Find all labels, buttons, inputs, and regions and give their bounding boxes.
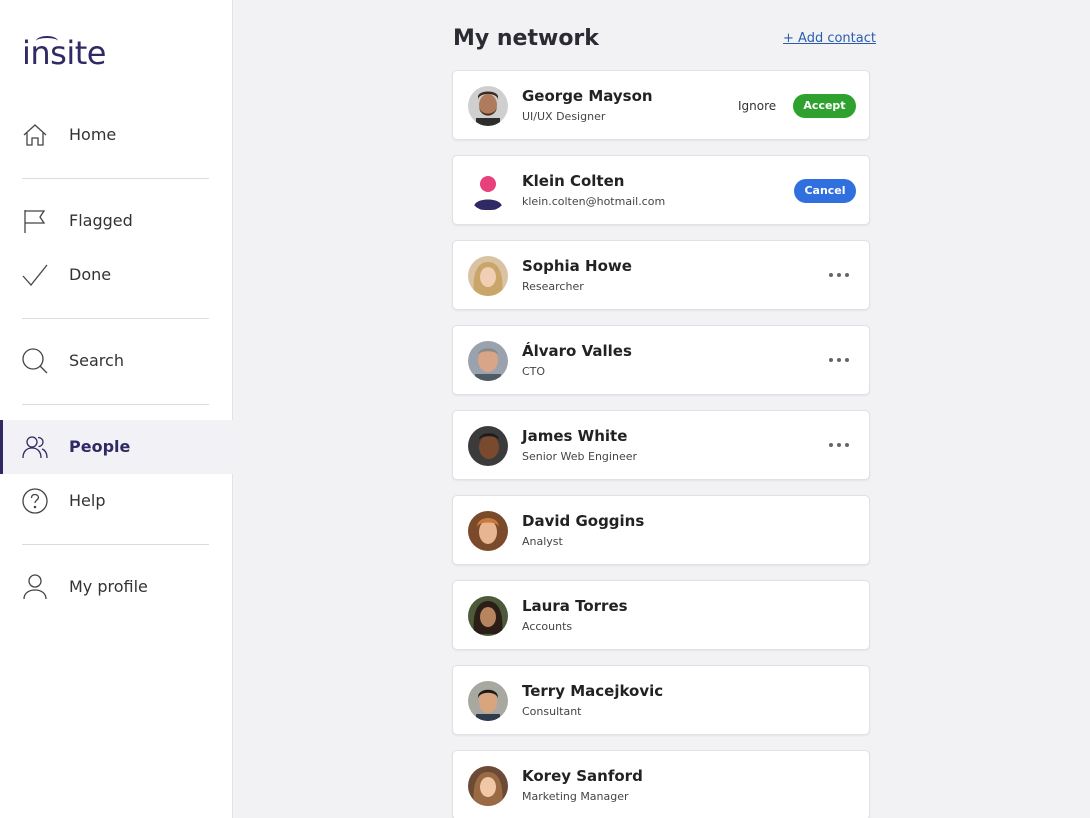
contact-name: George Mayson <box>522 87 653 105</box>
app-logo[interactable]: insite <box>22 34 106 72</box>
search-icon <box>22 348 48 374</box>
divider <box>22 178 209 179</box>
page-title: My network <box>453 26 599 51</box>
contact-email: klein.colten@hotmail.com <box>522 195 666 208</box>
accept-button[interactable]: Accept <box>793 94 856 118</box>
ignore-button[interactable]: Ignore <box>738 99 776 113</box>
sidebar-item-people[interactable]: People <box>0 420 233 474</box>
more-options-icon[interactable] <box>825 433 853 457</box>
sidebar-item-label: Home <box>69 125 117 144</box>
contact-role: Accounts <box>522 620 573 633</box>
avatar <box>468 681 508 721</box>
contact-card[interactable]: Klein Colten klein.colten@hotmail.com Ca… <box>452 155 870 225</box>
contact-name: Sophia Howe <box>522 257 632 275</box>
divider <box>22 318 209 319</box>
cancel-button[interactable]: Cancel <box>794 179 856 203</box>
flag-icon <box>24 210 46 233</box>
more-options-icon[interactable] <box>825 263 853 287</box>
contact-role: Marketing Manager <box>522 790 629 803</box>
sidebar-item-done[interactable]: Done <box>0 248 233 302</box>
check-icon <box>22 264 48 287</box>
contact-card[interactable]: Terry Macejkovic Consultant <box>452 665 870 735</box>
avatar <box>468 766 508 806</box>
sidebar-item-label: Help <box>69 491 106 510</box>
contact-card[interactable]: Sophia Howe Researcher <box>452 240 870 310</box>
contact-role: Consultant <box>522 705 582 718</box>
contact-role: CTO <box>522 365 546 378</box>
contact-role: UI/UX Designer <box>522 110 606 123</box>
sidebar-item-label: Done <box>69 265 112 284</box>
avatar-placeholder-icon <box>468 171 508 211</box>
sidebar: insite Home Flagged Done Search People H… <box>0 0 233 818</box>
avatar <box>468 341 508 381</box>
contact-name: Álvaro Valles <box>522 342 632 360</box>
help-icon <box>22 488 48 514</box>
add-contact-link[interactable]: + Add contact <box>783 31 876 46</box>
user-icon <box>23 574 47 600</box>
avatar <box>468 596 508 636</box>
sidebar-item-label: Flagged <box>69 211 133 230</box>
contact-name: David Goggins <box>522 512 645 530</box>
sidebar-item-label: People <box>69 437 131 456</box>
sidebar-item-label: Search <box>69 351 124 370</box>
contact-name: Laura Torres <box>522 597 628 615</box>
avatar <box>468 256 508 296</box>
contact-role: Senior Web Engineer <box>522 450 637 463</box>
sidebar-item-label: My profile <box>69 577 148 596</box>
sidebar-item-flagged[interactable]: Flagged <box>0 194 233 248</box>
home-icon <box>23 124 47 146</box>
sidebar-item-help[interactable]: Help <box>0 474 233 528</box>
contact-card[interactable]: George Mayson UI/UX Designer Ignore Acce… <box>452 70 870 140</box>
contact-card[interactable]: Laura Torres Accounts <box>452 580 870 650</box>
more-options-icon[interactable] <box>825 348 853 372</box>
people-icon <box>22 436 48 459</box>
contact-name: Klein Colten <box>522 172 625 190</box>
contact-name: Terry Macejkovic <box>522 682 664 700</box>
contact-card[interactable]: Álvaro Valles CTO <box>452 325 870 395</box>
contact-name: Korey Sanford <box>522 767 643 785</box>
contact-card[interactable]: James White Senior Web Engineer <box>452 410 870 480</box>
avatar <box>468 86 508 126</box>
avatar <box>468 426 508 466</box>
contact-card[interactable]: David Goggins Analyst <box>452 495 870 565</box>
divider <box>22 544 209 545</box>
avatar <box>468 511 508 551</box>
sidebar-item-search[interactable]: Search <box>0 334 233 388</box>
divider <box>22 404 209 405</box>
contact-role: Researcher <box>522 280 584 293</box>
sidebar-item-my-profile[interactable]: My profile <box>0 560 233 614</box>
contact-card[interactable]: Korey Sanford Marketing Manager <box>452 750 870 818</box>
contact-role: Analyst <box>522 535 563 548</box>
sidebar-item-home[interactable]: Home <box>0 108 233 162</box>
contact-name: James White <box>522 427 628 445</box>
